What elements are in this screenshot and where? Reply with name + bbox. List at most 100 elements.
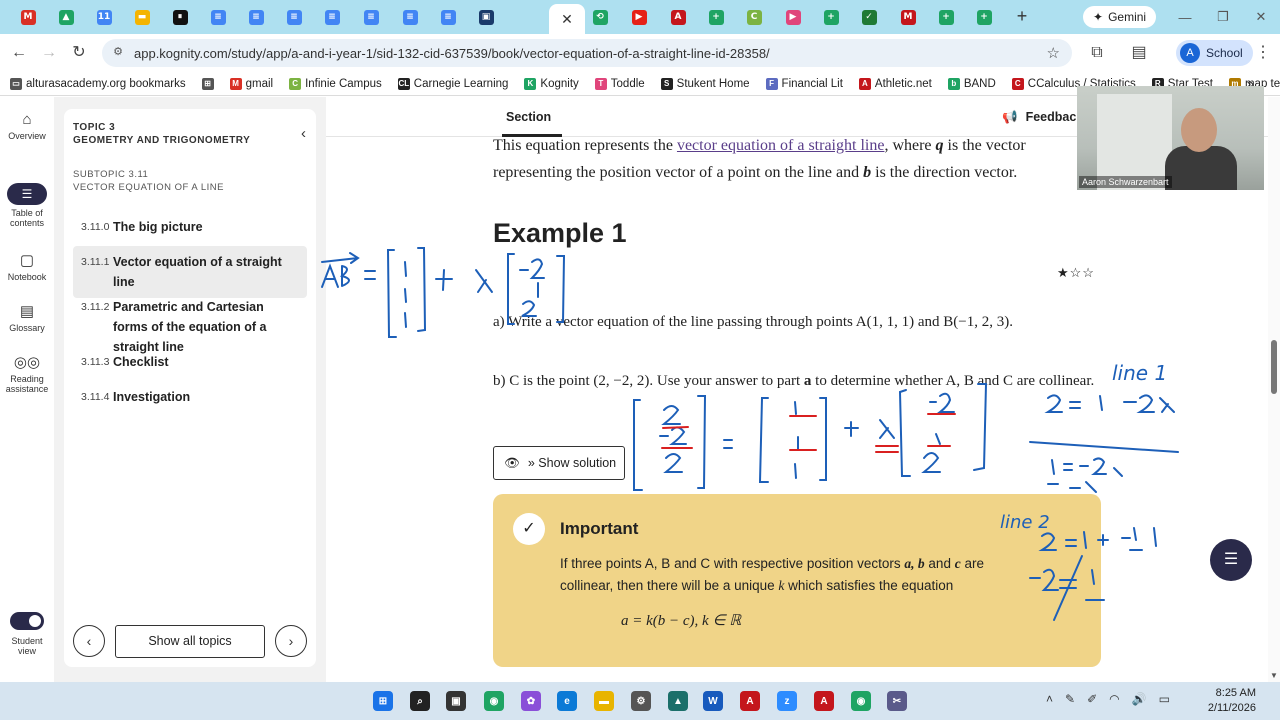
bookmark-item[interactable]: A Athletic.net [858, 77, 932, 90]
tray-icon[interactable]: ▭ [1159, 692, 1170, 706]
browser-tab[interactable]: ⟲ [588, 6, 612, 28]
rail-item[interactable]: ☰ Table of contents [0, 183, 54, 228]
browser-tab[interactable]: ✓ [857, 6, 881, 28]
settings-icon[interactable]: ⚙ [631, 691, 651, 711]
site-info-icon[interactable]: ⚙ [110, 45, 126, 61]
previous-topic-button[interactable]: ‹ [73, 625, 105, 657]
bookmark-item[interactable]: ▭ alturasacademy.org bookmarks [10, 77, 186, 90]
toc-item[interactable]: 3.11.4 Investigation [73, 381, 307, 413]
rail-item[interactable]: ⌂ Overview [0, 111, 54, 141]
bookmark-star-icon[interactable]: ☆ [1047, 44, 1060, 62]
maximize-icon[interactable]: ❐ [1204, 0, 1242, 34]
browser-tab[interactable]: ≡ [359, 6, 383, 28]
browser-tab[interactable]: ≡ [436, 6, 460, 28]
browser-tab[interactable]: A [666, 6, 690, 28]
back-arrow-icon[interactable]: ← [8, 42, 30, 64]
browser-tab[interactable]: ▶ [781, 6, 805, 28]
acrobat-icon[interactable]: A [740, 691, 760, 711]
toggle-switch[interactable] [10, 612, 44, 630]
url-text[interactable]: app.kognity.com/study/app/a-and-i-year-1… [134, 46, 770, 61]
page-scrollbar[interactable]: ▼ [1268, 97, 1280, 682]
tray-icon[interactable]: 🔊 [1132, 692, 1147, 706]
browser-tab[interactable]: ⏸ [168, 6, 192, 28]
question-b-text: to determine whether A, B and C are coll… [811, 373, 1095, 389]
tray-icon[interactable]: ◠ [1109, 692, 1119, 706]
browser-tab[interactable]: ≡ [244, 6, 268, 28]
browser-tab[interactable]: C [742, 6, 766, 28]
browser-tab[interactable]: ▬ [130, 6, 154, 28]
bookmark-item[interactable]: C Infinie Campus [289, 77, 382, 90]
menu-kebab-icon[interactable]: ⋮ [1252, 42, 1274, 64]
tray-icon[interactable]: ˄ [1046, 692, 1053, 706]
bookmark-item[interactable]: T Toddle [594, 77, 645, 90]
extensions-icon[interactable]: ⧉ [1086, 42, 1108, 64]
browser-tab[interactable]: 11 [92, 6, 116, 28]
browser-tab[interactable]: ≡ [282, 6, 306, 28]
browser-tab[interactable]: ≡ [398, 6, 422, 28]
bookmark-item[interactable]: K Kognity [524, 77, 579, 90]
bookmark-item[interactable]: S Stukent Home [660, 77, 750, 90]
windows-start-icon[interactable]: ⊞ [373, 691, 393, 711]
browser-tab[interactable]: M [16, 6, 40, 28]
show-solution-button[interactable]: 👁 » Show solution [493, 446, 625, 480]
video-call-overlay[interactable]: Aaron Schwarzenbart [1077, 86, 1264, 190]
tab-section[interactable]: Section [506, 110, 551, 124]
system-clock[interactable]: 8:25 AM 2/11/2026 [1196, 686, 1256, 716]
bookmark-item[interactable]: ⊞ [201, 77, 214, 90]
browser-tab[interactable]: ▲ [54, 6, 78, 28]
scroll-down-icon[interactable]: ▼ [1270, 671, 1278, 680]
gemini-button[interactable]: ✦ Gemini [1083, 6, 1157, 28]
photos-icon[interactable]: ▲ [668, 691, 688, 711]
edge-icon[interactable]: e [557, 691, 577, 711]
new-tab-button[interactable]: + [1012, 6, 1032, 26]
important-callout: ✓ Important If three points A, B and C w… [493, 494, 1101, 667]
snipping-icon[interactable]: ✂ [887, 691, 907, 711]
zoom-icon[interactable]: z [777, 691, 797, 711]
word-icon[interactable]: W [703, 691, 723, 711]
glossary-link[interactable]: vector equation of a straight line [677, 137, 884, 154]
chat-assistant-button[interactable]: ☰ [1210, 539, 1252, 581]
rail-item[interactable]: ◎◎ Reading assistance [0, 353, 54, 394]
active-tab[interactable]: ✕ [549, 4, 585, 34]
reload-icon[interactable]: ↻ [68, 42, 90, 64]
tray-icon[interactable]: ✐ [1087, 692, 1097, 706]
feedback-button[interactable]: 📢 Feedback [1002, 110, 1083, 125]
tray-icon[interactable]: ✎ [1065, 692, 1075, 706]
minimize-icon[interactable]: — [1166, 0, 1204, 34]
next-topic-button[interactable]: › [275, 625, 307, 657]
bookmark-item[interactable]: Mgmail [229, 77, 273, 90]
forward-arrow-icon[interactable]: → [38, 42, 60, 64]
rail-item[interactable]: ▢ Notebook [0, 251, 54, 282]
task-view-icon[interactable]: ▣ [446, 691, 466, 711]
search-icon[interactable]: ⌕ [410, 691, 430, 711]
bookmark-item[interactable]: F Financial Lit [765, 77, 843, 90]
student-view-toggle[interactable]: Student view [10, 612, 44, 656]
chrome-profile-icon[interactable]: ◉ [851, 691, 871, 711]
chrome-icon[interactable]: ◉ [484, 691, 504, 711]
collapse-panel-icon[interactable]: ‹ [301, 125, 306, 142]
close-window-icon[interactable]: ✕ [1242, 0, 1280, 34]
browser-tab[interactable]: ▶ [627, 6, 651, 28]
browser-tab[interactable]: + [934, 6, 958, 28]
browser-tab[interactable]: + [819, 6, 843, 28]
side-panel-icon[interactable]: ▤ [1128, 42, 1150, 64]
file-explorer-icon[interactable]: ▬ [594, 691, 614, 711]
browser-tab[interactable]: ≡ [206, 6, 230, 28]
rail-item[interactable]: ▤ Glossary [0, 302, 54, 333]
bookmark-item[interactable]: b BAND [947, 77, 996, 90]
browser-tab[interactable]: ▣ [474, 6, 498, 28]
scrollbar-thumb[interactable] [1271, 340, 1277, 394]
copilot-icon[interactable]: ✿ [521, 691, 541, 711]
toc-item[interactable]: 3.11.3 Checklist [73, 346, 307, 378]
browser-tab[interactable]: ≡ [320, 6, 344, 28]
profile-button[interactable]: A School [1176, 40, 1253, 66]
bookmark-item[interactable]: CL Carnegie Learning [397, 77, 508, 90]
show-all-topics-button[interactable]: Show all topics [115, 625, 265, 658]
address-bar[interactable]: ⚙ app.kognity.com/study/app/a-and-i-year… [102, 39, 1072, 67]
toc-item[interactable]: 3.11.0 The big picture [73, 211, 307, 243]
browser-tab[interactable]: + [972, 6, 996, 28]
browser-tab[interactable]: + [704, 6, 728, 28]
close-tab-icon[interactable]: ✕ [561, 11, 573, 28]
browser-tab[interactable]: M [896, 6, 920, 28]
pdf-reader-icon[interactable]: A [814, 691, 834, 711]
